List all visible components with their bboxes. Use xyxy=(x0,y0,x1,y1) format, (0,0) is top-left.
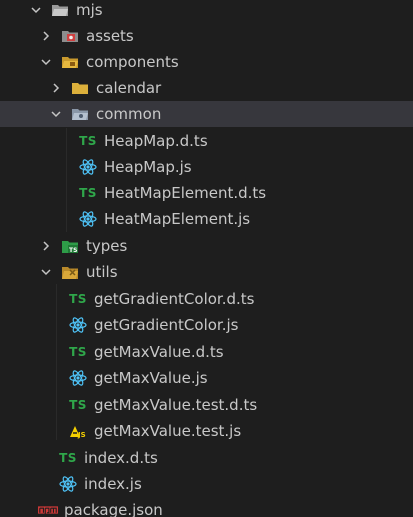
tree-item-label: getMaxValue.js xyxy=(94,369,208,387)
tree-item-label: index.d.ts xyxy=(84,449,158,467)
tree-file[interactable]: package.json xyxy=(0,497,413,517)
tree-file[interactable]: index.js xyxy=(0,471,413,497)
tree-item-label: package.json xyxy=(64,501,163,517)
tree-file[interactable]: HeatMapElement.js xyxy=(0,206,413,232)
folder-utils-icon xyxy=(60,259,80,285)
tree-folder-common[interactable]: common xyxy=(0,101,413,127)
tree-item-label: index.js xyxy=(84,475,142,493)
tree-file[interactable]: JS getMaxValue.test.js xyxy=(0,418,413,444)
tree-file[interactable]: TS getGradientColor.d.ts xyxy=(0,286,413,312)
tree-item-label: components xyxy=(86,53,179,71)
chevron-down-icon xyxy=(50,101,62,127)
chevron-down-icon xyxy=(40,259,52,285)
tree-folder-mjs[interactable]: mjs xyxy=(0,0,413,23)
typescript-icon: TS xyxy=(69,345,87,359)
tree-item-label: HeapMap.js xyxy=(104,158,192,176)
typescript-icon: TS xyxy=(69,292,87,306)
tree-item-label: getGradientColor.js xyxy=(94,316,239,334)
folder-assets-icon xyxy=(60,23,80,49)
typescript-icon: TS xyxy=(79,186,97,200)
tree-folder-components[interactable]: components xyxy=(0,49,413,75)
test-js-icon: JS xyxy=(68,418,88,444)
tree-item-label: calendar xyxy=(96,79,162,97)
tree-file[interactable]: getMaxValue.js xyxy=(0,365,413,391)
tree-item-label: utils xyxy=(86,263,118,281)
folder-types-icon: TS xyxy=(60,233,80,259)
react-icon xyxy=(68,365,88,391)
chevron-right-icon xyxy=(50,75,62,101)
react-icon xyxy=(78,206,98,232)
svg-text:TS: TS xyxy=(69,247,77,254)
folder-icon xyxy=(70,75,90,101)
tree-item-label: HeatMapElement.js xyxy=(104,210,251,228)
folder-common-icon xyxy=(70,101,90,127)
svg-text:JS: JS xyxy=(77,431,86,439)
file-explorer: mjs assets components calendar common TS… xyxy=(0,0,413,517)
tree-item-label: getGradientColor.d.ts xyxy=(94,290,255,308)
tree-item-label: HeatMapElement.d.ts xyxy=(104,184,267,202)
tree-file[interactable]: TS HeapMap.d.ts xyxy=(0,128,413,154)
tree-folder-calendar[interactable]: calendar xyxy=(0,75,413,101)
tree-folder-types[interactable]: TS types xyxy=(0,233,413,259)
folder-open-icon xyxy=(50,0,70,23)
tree-file[interactable]: TS getMaxValue.d.ts xyxy=(0,339,413,365)
chevron-right-icon xyxy=(40,23,52,49)
tree-file[interactable]: HeapMap.js xyxy=(0,154,413,180)
react-icon xyxy=(68,312,88,338)
typescript-icon: TS xyxy=(59,451,77,465)
react-icon xyxy=(78,154,98,180)
tree-file[interactable]: TS HeatMapElement.d.ts xyxy=(0,180,413,206)
typescript-icon: TS xyxy=(79,134,97,148)
chevron-right-icon xyxy=(40,233,52,259)
tree-item-label: mjs xyxy=(76,1,103,19)
tree-folder-assets[interactable]: assets xyxy=(0,23,413,49)
react-icon xyxy=(58,471,78,497)
tree-file[interactable]: TS index.d.ts xyxy=(0,445,413,471)
tree-item-label: types xyxy=(86,237,128,255)
chevron-down-icon xyxy=(40,49,52,75)
tree-file[interactable]: getGradientColor.js xyxy=(0,312,413,338)
tree-item-label: common xyxy=(96,105,162,123)
tree-item-label: assets xyxy=(86,27,134,45)
tree-folder-utils[interactable]: utils xyxy=(0,259,413,285)
npm-icon xyxy=(38,497,58,517)
tree-item-label: getMaxValue.d.ts xyxy=(94,343,224,361)
folder-components-icon xyxy=(60,49,80,75)
chevron-down-icon xyxy=(30,0,42,23)
tree-item-label: HeapMap.d.ts xyxy=(104,132,208,150)
tree-item-label: getMaxValue.test.d.ts xyxy=(94,396,258,414)
tree-item-label: getMaxValue.test.js xyxy=(94,422,242,440)
tree-file[interactable]: TS getMaxValue.test.d.ts xyxy=(0,392,413,418)
typescript-icon: TS xyxy=(69,398,87,412)
